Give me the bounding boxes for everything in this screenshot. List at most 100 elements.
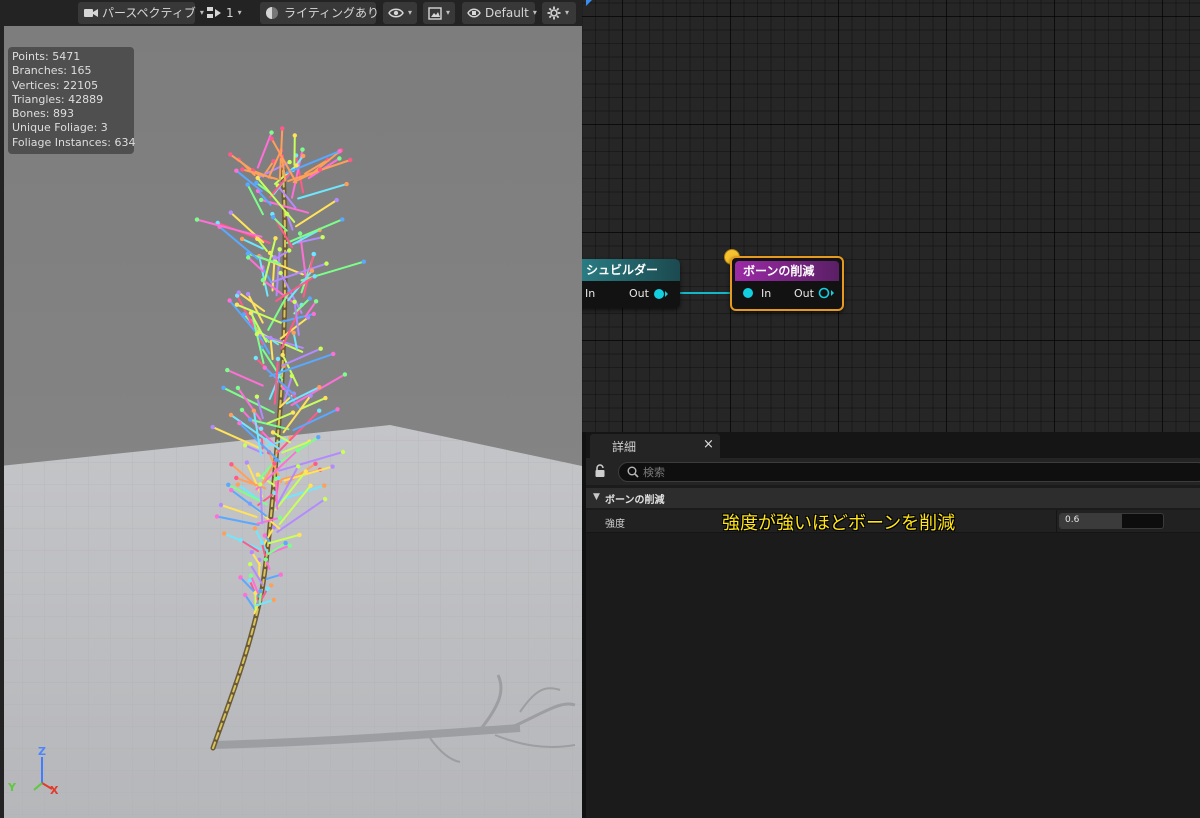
layout-button[interactable]: Default ▾ bbox=[462, 2, 537, 24]
tree-bone-joint bbox=[254, 394, 260, 399]
layout-label: Default bbox=[485, 6, 529, 20]
tree-bone-joint bbox=[324, 261, 329, 266]
tree-bone-joint bbox=[272, 255, 277, 260]
input-pin-icon[interactable] bbox=[742, 287, 754, 299]
tree-bone-joint bbox=[277, 247, 282, 252]
node-mesh-builder[interactable]: シュビルダー In Out bbox=[582, 259, 680, 308]
tree-bone-joint bbox=[245, 291, 251, 297]
tree-bone-joint bbox=[361, 259, 366, 264]
tree-bone-joint bbox=[291, 330, 296, 335]
tree-bone-joint bbox=[323, 395, 328, 401]
scalability-button[interactable]: ▾ bbox=[423, 2, 455, 24]
tree-bone-joint bbox=[317, 167, 323, 172]
tree-bone-joint bbox=[320, 235, 325, 240]
node-bone-reduction-out-label: Out bbox=[794, 287, 814, 300]
node-mesh-builder-title: シュビルダー bbox=[582, 259, 680, 281]
viewport-3d[interactable]: パースペクティブ ▾ 1 ▾ ライティングあり ▾ ▾ ▾ bbox=[0, 0, 582, 818]
tree-bone-joint bbox=[242, 443, 248, 448]
node-graph[interactable]: シュビルダー In Out ボーンの削減 In Out bbox=[582, 0, 1200, 432]
node-mesh-builder-in-label: In bbox=[585, 287, 596, 300]
tree-bone-joint bbox=[312, 274, 317, 279]
tree-bone-joint bbox=[344, 181, 349, 187]
tree-bone-joint bbox=[271, 215, 276, 220]
tree-bone-joint bbox=[273, 476, 278, 481]
tree-bone-joint bbox=[246, 255, 251, 260]
node-bone-reduction-in-label: In bbox=[761, 287, 772, 300]
tree-bone-joint bbox=[259, 197, 264, 203]
node-mesh-builder-out-label: Out bbox=[629, 287, 649, 300]
node-bone-reduction[interactable]: ボーンの削減 In Out bbox=[730, 256, 844, 311]
tree-bone-joint bbox=[249, 550, 254, 555]
tree-bone-joint bbox=[311, 311, 316, 317]
show-flags-button[interactable]: ▾ bbox=[383, 2, 417, 24]
tree-bone-joint bbox=[210, 424, 215, 430]
tree-bone-joint bbox=[252, 526, 258, 531]
tree-bone-joint bbox=[290, 410, 296, 415]
tree-bone-joint bbox=[331, 351, 336, 357]
tree-bone-joint bbox=[272, 461, 277, 466]
tree-bone-joint bbox=[292, 299, 297, 304]
tree-bone-joint bbox=[236, 290, 241, 295]
lock-icon[interactable] bbox=[594, 464, 606, 478]
settings-button[interactable]: ▾ bbox=[542, 2, 576, 24]
axis-x-label: X bbox=[50, 784, 59, 797]
section-title: ボーンの削減 bbox=[605, 495, 665, 506]
lighting-mode-button[interactable]: ライティングあり ▾ bbox=[260, 2, 387, 24]
tree-bone-joint bbox=[214, 514, 220, 519]
chevron-down-icon: ▾ bbox=[237, 8, 242, 17]
stat-bones: Bones: 893 bbox=[12, 107, 74, 121]
tree-bone-joint bbox=[239, 236, 245, 242]
chevron-down-icon: ▾ bbox=[408, 8, 413, 17]
tree-bone-joint bbox=[307, 296, 312, 301]
tree-bone-joint bbox=[335, 407, 340, 412]
camera-icon bbox=[84, 9, 98, 17]
tree-bone-joint bbox=[234, 302, 240, 307]
node-bone-reduction-title: ボーンの削減 bbox=[735, 261, 839, 281]
tree-bone-joint bbox=[248, 417, 253, 422]
search-input[interactable] bbox=[643, 464, 943, 480]
tree-bone-joint bbox=[229, 487, 234, 493]
tree-bone-joint bbox=[258, 588, 263, 594]
tab-details[interactable]: 詳細 × bbox=[590, 434, 720, 458]
stat-points: Points: 5471 bbox=[12, 50, 81, 63]
intensity-value: 0.6 bbox=[1065, 515, 1080, 525]
tree-bone-joint bbox=[255, 175, 260, 181]
axis-y-label: Y bbox=[8, 781, 16, 794]
chevron-down-icon: ▾ bbox=[446, 8, 451, 17]
connection-wire[interactable] bbox=[670, 292, 738, 294]
tree-bone-joint bbox=[238, 575, 243, 580]
tree-bone-joint bbox=[348, 157, 353, 163]
intensity-slider[interactable]: 0.6 bbox=[1059, 513, 1164, 529]
tree-bone-joint bbox=[342, 372, 348, 377]
tree-bone-joint bbox=[340, 449, 346, 455]
output-pin-icon[interactable] bbox=[818, 287, 836, 299]
tree-bone-joint bbox=[255, 472, 260, 477]
viewport-border bbox=[0, 0, 4, 818]
section-header-bone-reduction[interactable]: ▼ ボーンの削減 bbox=[586, 488, 1200, 508]
tree-bone-joint bbox=[275, 356, 281, 362]
tree-bone-joint bbox=[218, 502, 224, 508]
tree-bone-joint bbox=[287, 159, 292, 165]
column-divider[interactable] bbox=[1056, 510, 1057, 533]
graph-corner-marker bbox=[586, 0, 592, 6]
close-icon[interactable]: × bbox=[703, 437, 714, 452]
tree-bone-joint bbox=[258, 482, 263, 487]
details-panel: 詳細 × ▼ ボーンの削減 強度 0.6 強度が強いほどボーンを削減 bbox=[582, 432, 1200, 818]
tree-bone-joint bbox=[270, 430, 276, 435]
tree-bone-joint bbox=[289, 373, 295, 379]
details-search-row bbox=[586, 458, 1200, 485]
gear-icon bbox=[547, 6, 561, 20]
search-box[interactable] bbox=[618, 462, 1200, 482]
tree-bone-joint bbox=[235, 482, 241, 487]
tree-bone-joint bbox=[317, 408, 322, 413]
stat-unique-foliage: Unique Foliage: 3 bbox=[12, 121, 108, 135]
tree-bone-joint bbox=[303, 469, 308, 474]
perspective-button[interactable]: パースペクティブ ▾ bbox=[78, 2, 204, 24]
collapse-arrow-icon[interactable]: ▼ bbox=[593, 492, 600, 502]
tree-bone-joint bbox=[309, 268, 315, 273]
viewport-toolbar: パースペクティブ ▾ 1 ▾ ライティングあり ▾ ▾ ▾ bbox=[0, 0, 582, 26]
output-pin-icon[interactable] bbox=[653, 288, 669, 300]
tree-bone-joint bbox=[226, 482, 231, 487]
camera-speed-button[interactable]: 1 ▾ bbox=[201, 2, 245, 24]
tree-bone-joint bbox=[337, 149, 342, 154]
